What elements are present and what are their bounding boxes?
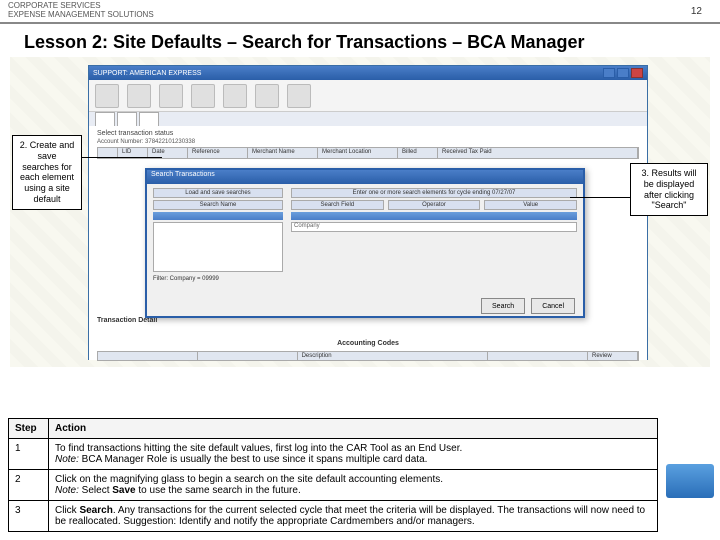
acct-codes-grid-header: Description Review xyxy=(97,351,639,361)
popup-body: Load and save searches Search Name Filte… xyxy=(147,184,583,296)
callout-connector-left xyxy=(82,157,162,158)
toolbar-icon[interactable] xyxy=(287,84,311,108)
popup-left-panel: Load and save searches Search Name Filte… xyxy=(153,188,283,292)
popup-footer: Search Cancel xyxy=(147,296,583,316)
acct-col xyxy=(198,352,298,360)
accounting-codes-header: Accounting Codes xyxy=(97,340,639,347)
window-buttons xyxy=(603,68,643,78)
toolbar-icon[interactable] xyxy=(127,84,151,108)
callout-step-3: 3. Results will be displayed after click… xyxy=(630,163,708,216)
header-line2: EXPENSE MANAGEMENT SOLUTIONS xyxy=(8,11,154,20)
col-value: Value xyxy=(484,200,577,210)
grid-col: Received Tax Paid xyxy=(438,148,638,158)
content-area: 2. Create and save searches for each ele… xyxy=(10,57,710,367)
app-title-text: SUPPORT: AMERICAN EXPRESS xyxy=(93,70,201,77)
grid-col: Billed xyxy=(398,148,438,158)
grid-col: Merchant Location xyxy=(318,148,398,158)
criteria-row-selected[interactable] xyxy=(291,212,577,220)
table-row: 2 Click on the magnifying glass to begin… xyxy=(9,470,658,501)
steps-table: Step Action 1 To find transactions hitti… xyxy=(8,418,658,532)
search-field-input[interactable]: Company xyxy=(291,222,577,232)
table-row: 3 Click Search. Any transactions for the… xyxy=(9,501,658,532)
step-number: 1 xyxy=(9,439,49,470)
search-button[interactable]: Search xyxy=(481,298,525,314)
app-titlebar: SUPPORT: AMERICAN EXPRESS xyxy=(89,66,647,80)
step-number: 3 xyxy=(9,501,49,532)
status-label: Select transaction status xyxy=(97,130,639,137)
toolbar-icon[interactable] xyxy=(255,84,279,108)
popup-titlebar: Search Transactions xyxy=(147,170,583,184)
criteria-grid-header: Search Field Operator Value xyxy=(291,200,577,212)
app-body: Select transaction status Account Number… xyxy=(89,126,647,360)
header-branding: CORPORATE SERVICES EXPENSE MANAGEMENT SO… xyxy=(8,2,154,20)
transaction-detail-header: Transaction Detail xyxy=(97,317,639,324)
acct-col xyxy=(488,352,588,360)
step-action: To find transactions hitting the site de… xyxy=(49,439,658,470)
meta-row: Account Number: 378422101230338 xyxy=(97,139,639,145)
toolbar-icon[interactable] xyxy=(95,84,119,108)
search-name-header: Search Name xyxy=(153,200,283,210)
step-number: 2 xyxy=(9,470,49,501)
account-number: Account Number: 378422101230338 xyxy=(97,139,195,145)
lesson-title: Lesson 2: Site Defaults – Search for Tra… xyxy=(0,24,720,57)
acct-col-description: Description xyxy=(298,352,489,360)
table-header-row: Step Action xyxy=(9,419,658,439)
popup-right-panel: Enter one or more search elements for cy… xyxy=(291,188,577,292)
grid-col: Reference xyxy=(188,148,248,158)
table-row: 1 To find transactions hitting the site … xyxy=(9,439,658,470)
page-header: CORPORATE SERVICES EXPENSE MANAGEMENT SO… xyxy=(0,0,720,24)
cancel-button[interactable]: Cancel xyxy=(531,298,575,314)
detail-rows xyxy=(97,330,639,336)
toolbar-icon[interactable] xyxy=(223,84,247,108)
callout-connector-right xyxy=(570,197,630,198)
saved-searches-list[interactable] xyxy=(153,222,283,272)
minimize-icon[interactable] xyxy=(603,68,615,78)
filter-label: Filter: Company = 09999 xyxy=(153,276,283,282)
callout-step-2: 2. Create and save searches for each ele… xyxy=(12,135,82,210)
col-action: Action xyxy=(49,419,658,439)
step-action: Click on the magnifying glass to begin a… xyxy=(49,470,658,501)
tab-item[interactable] xyxy=(117,112,137,126)
col-step: Step xyxy=(9,419,49,439)
acct-col xyxy=(98,352,198,360)
detail-row xyxy=(97,330,639,336)
page-number: 12 xyxy=(691,6,702,17)
maximize-icon[interactable] xyxy=(617,68,629,78)
tab-item[interactable] xyxy=(95,112,115,126)
saved-searches-header: Load and save searches xyxy=(153,188,283,198)
amex-logo xyxy=(666,464,714,498)
saved-search-row[interactable] xyxy=(153,212,283,220)
grid-header: LID Date Reference Merchant Name Merchan… xyxy=(97,147,639,159)
toolbar-icon[interactable] xyxy=(191,84,215,108)
grid-col: Merchant Name xyxy=(248,148,318,158)
app-toolbar xyxy=(89,80,647,112)
tab-item[interactable] xyxy=(139,112,159,126)
col-search-field: Search Field xyxy=(291,200,384,210)
search-popup: Search Transactions Load and save search… xyxy=(145,168,585,318)
step-action: Click Search. Any transactions for the c… xyxy=(49,501,658,532)
app-window: SUPPORT: AMERICAN EXPRESS Select transac… xyxy=(88,65,648,360)
review-button[interactable]: Review xyxy=(588,352,638,360)
app-tabs xyxy=(89,112,647,126)
close-icon[interactable] xyxy=(631,68,643,78)
col-operator: Operator xyxy=(388,200,481,210)
toolbar-icon[interactable] xyxy=(159,84,183,108)
criteria-header: Enter one or more search elements for cy… xyxy=(291,188,577,198)
